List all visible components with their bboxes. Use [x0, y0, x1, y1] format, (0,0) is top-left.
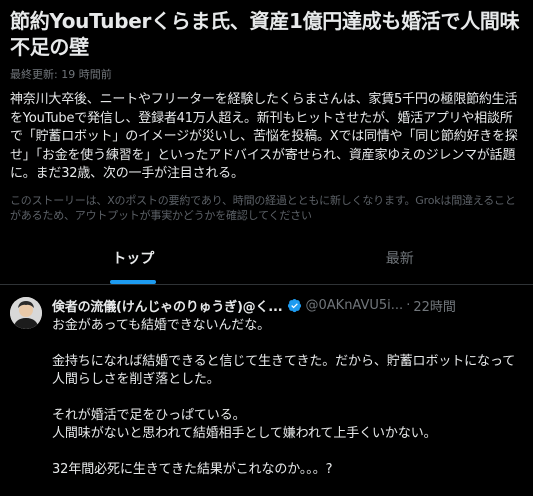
post-body: 倹者の流儀(けんじゃのりゅうぎ)@く... @0AKnAVU5i... · 22…: [52, 295, 525, 479]
avatar[interactable]: [10, 297, 42, 329]
active-tab-indicator: [110, 280, 157, 284]
verified-badge-icon: [287, 298, 301, 312]
tab-top-label: トップ: [112, 251, 155, 267]
story-summary: 神奈川大卒後、ニートやフリーターを経験したくらまさんは、家賃5千円の極限節約生活…: [10, 92, 518, 181]
post-line: それが婚活で足をひっぱている。: [52, 408, 246, 423]
last-updated: 最終更新: 19 時間前: [10, 68, 112, 81]
post[interactable]: 倹者の流儀(けんじゃのりゅうぎ)@く... @0AKnAVU5i... · 22…: [0, 285, 533, 496]
tab-latest-label: 最新: [385, 251, 414, 267]
user-avatar-icon: [10, 297, 42, 329]
post-time[interactable]: 22時間: [413, 296, 456, 315]
story-title: 節約YouTuberくらま氏、資産1億円達成も婚活で人間味不足の壁: [10, 9, 520, 59]
tab-top[interactable]: トップ: [0, 232, 267, 284]
author-name[interactable]: 倹者の流儀(けんじゃのりゅうぎ)@く...: [52, 296, 283, 315]
post-line: 金持ちになれば結婚できると信じて生きてきた。だから、貯蓄ロボットになって人間らし…: [52, 354, 516, 387]
tab-latest[interactable]: 最新: [267, 232, 533, 284]
grok-disclaimer: このストーリーは、Xのポストの要約であり、時間の経過とともに新しくなります。Gr…: [10, 193, 516, 223]
post-header: 倹者の流儀(けんじゃのりゅうぎ)@く... @0AKnAVU5i... · 22…: [52, 295, 525, 315]
story-section: 節約YouTuberくらま氏、資産1億円達成も婚活で人間味不足の壁 最終更新: …: [0, 0, 533, 224]
post-line: 人間味がないと思われて結婚相手として嫌われて上手くいかない。: [52, 426, 437, 441]
post-line: 32年間必死に生きてきた結果がこれなのか。。。?: [52, 462, 333, 477]
separator-dot: ·: [406, 297, 411, 313]
post-line: お金があっても結婚できないんだな。: [52, 318, 271, 333]
author-handle[interactable]: @0AKnAVU5i...: [306, 298, 404, 313]
tab-bar: トップ 最新: [0, 232, 533, 285]
post-text: お金があっても結婚できないんだな。 金持ちになれば結婚できると信じて生きてきた。…: [52, 317, 525, 479]
